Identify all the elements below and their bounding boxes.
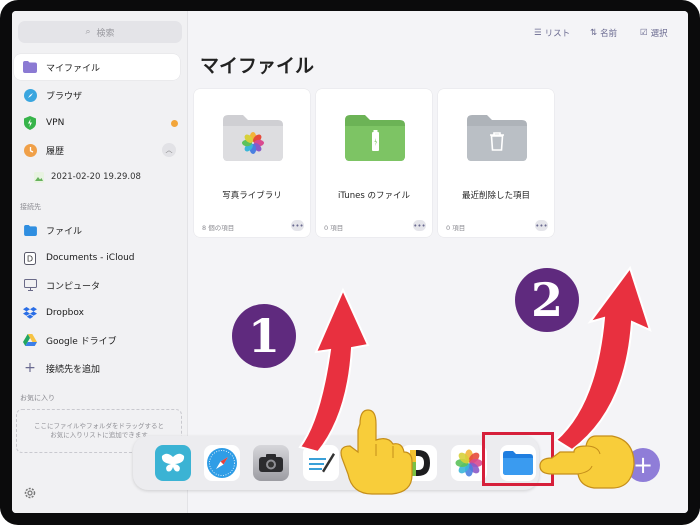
- hand-pointer-left: [539, 435, 635, 489]
- annotation-overlay: [298, 265, 652, 495]
- up-arrow-1: [298, 287, 370, 454]
- up-arrow-2: [554, 265, 652, 452]
- hand-pointer-up: [340, 409, 413, 495]
